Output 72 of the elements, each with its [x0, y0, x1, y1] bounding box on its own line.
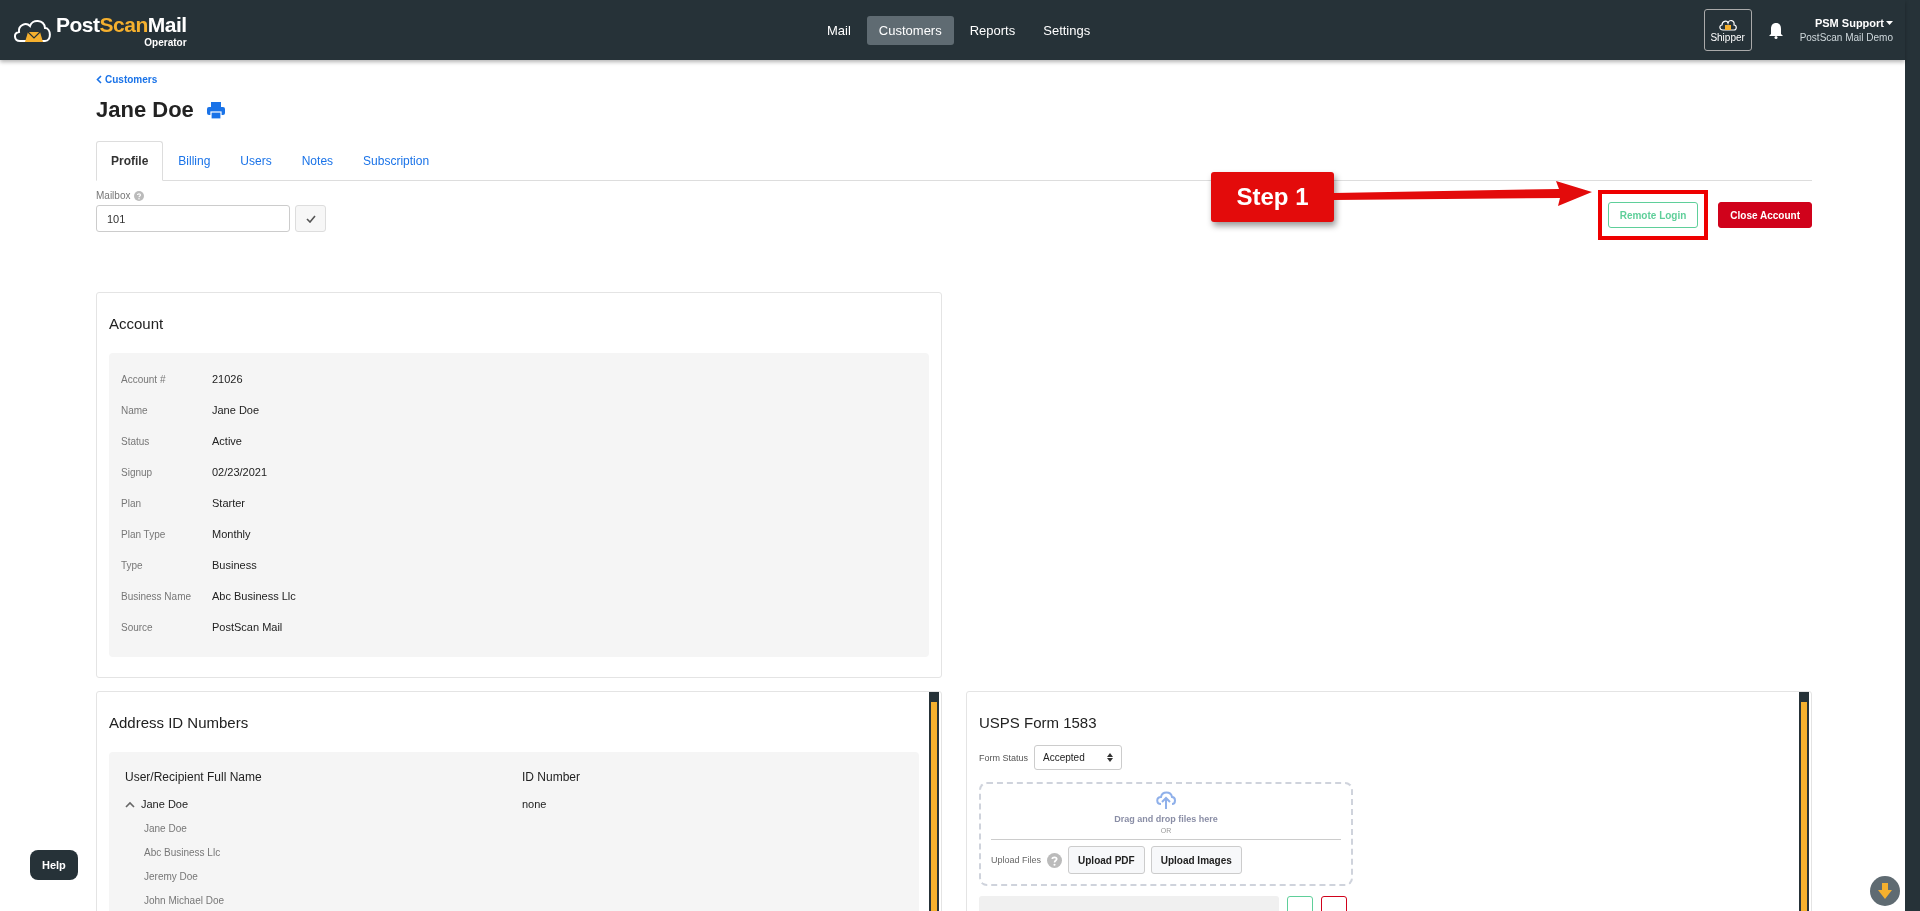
customer-name: Jane Doe [96, 97, 194, 123]
field-value: PostScan Mail [212, 621, 283, 633]
field-label: Mailbox [96, 190, 131, 201]
dropzone-text: Drag and drop files here [1114, 814, 1218, 824]
field-label: Business Name [121, 591, 193, 602]
nav-link[interactable]: Mail [815, 15, 863, 45]
field-value: Business [212, 559, 257, 571]
tab[interactable]: Notes [286, 141, 349, 181]
recipient-name: Jeremy Doe [143, 871, 199, 882]
card-title: USPS Form 1583 [979, 714, 1098, 731]
close-account-button[interactable]: Close Account [1718, 202, 1812, 228]
mailbox-input[interactable]: 101 [96, 205, 290, 232]
field-label: Type [121, 560, 144, 571]
recipient-name: Jane Doe [143, 823, 188, 834]
cloud-envelope-icon [1718, 17, 1737, 32]
logo-wordmark: PostScanMail [56, 12, 187, 37]
recipient-name: John Michael Doe [143, 895, 226, 906]
field-value: 02/23/2021 [212, 466, 268, 478]
user-menu[interactable]: PSM Support [1814, 17, 1893, 29]
tab[interactable]: Billing [163, 141, 226, 181]
check-icon [305, 214, 316, 223]
nav-link[interactable]: Settings [1031, 15, 1103, 45]
upload-button[interactable]: Upload PDF [1068, 846, 1145, 874]
step-callout: Step 1 [1211, 172, 1334, 222]
recipient-name: Jane Doe [141, 798, 189, 810]
shipper-button[interactable]: Shipper [1703, 9, 1752, 51]
column-header: ID Number [522, 770, 581, 784]
tab[interactable]: Profile [96, 141, 164, 181]
field-value: 21026 [212, 373, 243, 385]
column-header: User/Recipient Full Name [125, 770, 263, 784]
tab[interactable]: Subscription [348, 141, 445, 181]
field-value: Starter [212, 497, 245, 509]
upload-button[interactable]: Upload Images [1150, 846, 1242, 874]
printer-icon[interactable] [205, 101, 226, 119]
field-value: Abc Business Llc [212, 590, 296, 602]
delete-button[interactable] [1321, 896, 1347, 911]
help-button[interactable]: Help [30, 850, 78, 880]
arrow-down-icon [1878, 883, 1892, 899]
scroll-down-button[interactable] [1870, 876, 1900, 906]
field-value: Active [212, 435, 242, 447]
nav-link[interactable]: Reports [957, 15, 1028, 45]
field-label: Upload Files [991, 855, 1042, 865]
field-label: Source [121, 622, 154, 633]
field-label: Plan [121, 498, 142, 509]
scrollbar[interactable] [929, 692, 939, 911]
caret-down-icon [1886, 21, 1893, 25]
chevron-left-icon [96, 75, 102, 84]
field-label: Plan Type [121, 529, 167, 540]
status-select[interactable]: Accepted [1034, 745, 1122, 770]
field-label: Account # [121, 374, 167, 385]
field-label: Name [121, 405, 149, 416]
field-value: Monthly [212, 528, 251, 540]
organization-name: PostScan Mail Demo [1799, 32, 1893, 43]
field-label: Status [121, 436, 151, 447]
confirm-button[interactable] [295, 205, 326, 232]
back-link[interactable]: Customers [96, 74, 158, 85]
field-label: Signup [121, 467, 154, 478]
sort-arrows-icon [1107, 753, 1113, 762]
scrollbar[interactable] [1799, 692, 1809, 911]
card-title: Account [109, 315, 165, 332]
tab[interactable]: Users [225, 141, 287, 181]
recipient-name: Abc Business Llc [143, 847, 222, 858]
chevron-up-icon[interactable] [125, 800, 135, 808]
field-label: Form Status [979, 752, 1028, 763]
id-number: none [522, 798, 548, 810]
field-value: Jane Doe [212, 404, 260, 416]
scrollbar[interactable] [1905, 0, 1920, 911]
bell-icon[interactable] [1767, 21, 1784, 39]
card-title: Address ID Numbers [109, 714, 250, 731]
nav-link[interactable]: Customers [866, 15, 954, 45]
cloud-upload-icon [1155, 790, 1177, 810]
logo-subtitle: Operator [144, 36, 187, 48]
